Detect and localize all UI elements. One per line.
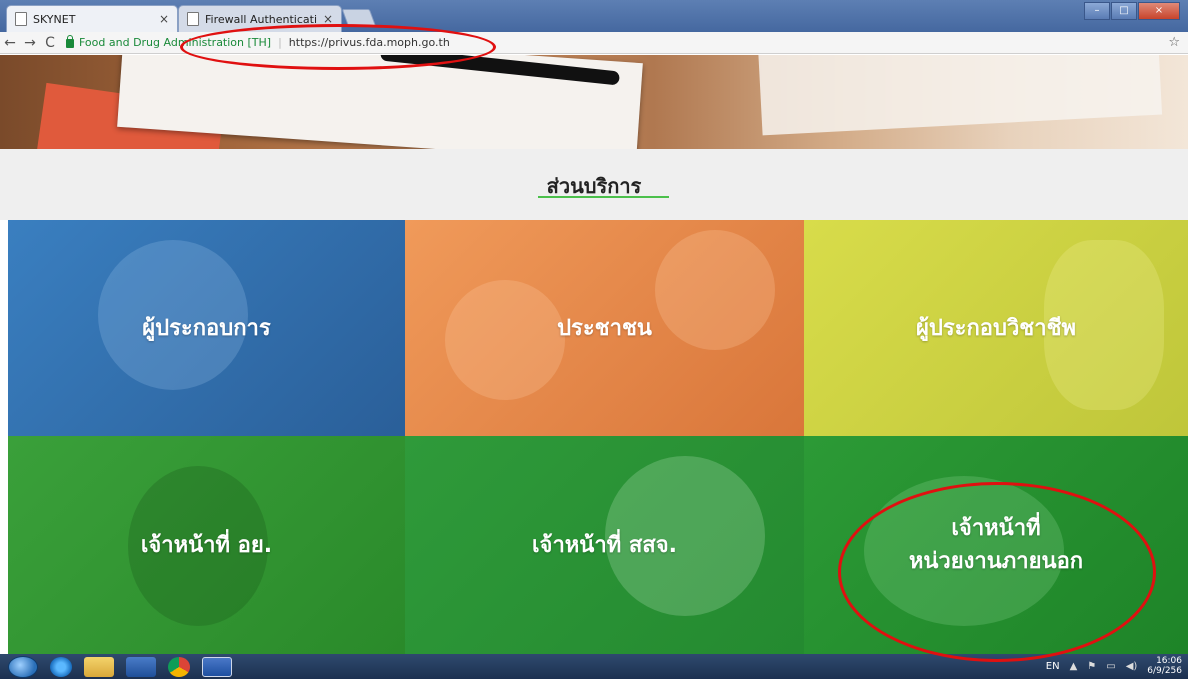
action-center-flag-icon[interactable]: ⚑ bbox=[1087, 661, 1096, 672]
tab-skynet[interactable]: SKYNET × bbox=[6, 5, 178, 32]
back-arrow-icon[interactable]: ← bbox=[0, 35, 20, 51]
tile-photo-decoration bbox=[445, 280, 565, 400]
file-explorer-icon[interactable] bbox=[84, 656, 114, 677]
close-window-button[interactable]: × bbox=[1138, 2, 1180, 20]
tile-external-agency-officers[interactable]: เจ้าหน้าที่ หน่วยงานภายนอก bbox=[804, 436, 1188, 654]
page-icon bbox=[187, 12, 199, 26]
tile-label: เจ้าหน้าที่ อย. bbox=[140, 532, 273, 558]
system-tray: EN ▲ ⚑ ▭ ◀) 16:06 6/9/256 bbox=[1046, 656, 1182, 677]
page-icon bbox=[15, 12, 27, 26]
tile-label: ผู้ประกอบวิชาชีพ bbox=[915, 315, 1077, 341]
section-title-underline bbox=[538, 196, 669, 198]
tile-label: เจ้าหน้าที่ หน่วยงานภายนอก bbox=[909, 512, 1083, 578]
lock-icon bbox=[66, 35, 74, 48]
browser-tab-bar: SKYNET × Firewall Authentication K × – □… bbox=[0, 0, 1188, 32]
tile-label-line1: เจ้าหน้าที่ bbox=[951, 516, 1041, 541]
tile-label: เจ้าหน้าที่ สสจ. bbox=[532, 532, 677, 558]
network-icon[interactable]: ▭ bbox=[1106, 661, 1115, 672]
hero-banner-image bbox=[0, 55, 1188, 149]
tab-title: Firewall Authentication K bbox=[205, 12, 317, 26]
reload-icon[interactable]: C bbox=[40, 35, 60, 51]
clock-date: 6/9/256 bbox=[1147, 665, 1182, 676]
internet-explorer-icon[interactable] bbox=[50, 656, 72, 677]
tile-professionals[interactable]: ผู้ประกอบวิชาชีพ bbox=[804, 220, 1188, 436]
word-icon[interactable] bbox=[202, 656, 232, 677]
close-tab-icon[interactable]: × bbox=[323, 12, 333, 26]
tile-label: ประชาชน bbox=[557, 315, 652, 341]
tile-label: ผู้ประกอบการ bbox=[142, 315, 271, 341]
clock[interactable]: 16:06 6/9/256 bbox=[1147, 656, 1182, 677]
language-indicator[interactable]: EN bbox=[1046, 661, 1060, 672]
tile-photo-decoration bbox=[655, 230, 775, 350]
tile-fda-officers[interactable]: เจ้าหน้าที่ อย. bbox=[8, 436, 405, 654]
maximize-button[interactable]: □ bbox=[1111, 2, 1137, 20]
address-separator: | bbox=[278, 36, 282, 49]
browser-toolbar: ← → C Food and Drug Administration [TH] … bbox=[0, 32, 1188, 54]
hero-decoration bbox=[757, 55, 1163, 136]
bookmark-star-icon[interactable]: ☆ bbox=[1168, 35, 1180, 50]
tile-label-line2: หน่วยงานภายนอก bbox=[908, 549, 1084, 574]
new-tab-button[interactable] bbox=[341, 9, 377, 27]
tile-provincial-officers[interactable]: เจ้าหน้าที่ สสจ. bbox=[405, 436, 804, 654]
site-identity: Food and Drug Administration [TH] bbox=[79, 36, 272, 49]
media-player-icon[interactable] bbox=[126, 656, 156, 677]
tile-public[interactable]: ประชาชน bbox=[405, 220, 804, 436]
show-hidden-icons-icon[interactable]: ▲ bbox=[1070, 661, 1078, 672]
taskbar: EN ▲ ⚑ ▭ ◀) 16:06 6/9/256 bbox=[0, 654, 1188, 679]
tab-firewall-authentication[interactable]: Firewall Authentication K × bbox=[178, 5, 342, 32]
forward-arrow-icon[interactable]: → bbox=[20, 35, 40, 51]
tile-operators[interactable]: ผู้ประกอบการ bbox=[8, 220, 405, 436]
url-text: https://privus.fda.moph.go.th bbox=[288, 36, 450, 49]
start-button-icon[interactable] bbox=[8, 655, 38, 678]
address-bar[interactable]: Food and Drug Administration [TH] | http… bbox=[66, 35, 450, 49]
volume-icon[interactable]: ◀) bbox=[1126, 661, 1138, 672]
tab-title: SKYNET bbox=[33, 12, 76, 26]
close-tab-icon[interactable]: × bbox=[159, 12, 169, 26]
minimize-button[interactable]: – bbox=[1084, 2, 1110, 20]
window-controls: – □ × bbox=[1084, 2, 1180, 20]
chrome-icon[interactable] bbox=[168, 656, 190, 677]
